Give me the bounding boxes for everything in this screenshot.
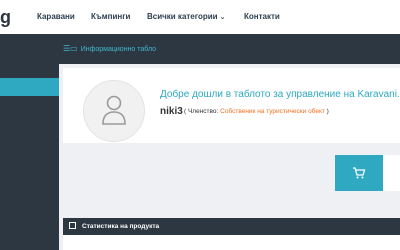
dashboard-title[interactable]: ☰▭ Информационно табло	[63, 44, 156, 53]
dashboard-title-label: Информационно табло	[80, 46, 157, 53]
cart-icon	[353, 167, 366, 179]
membership-suffix: )	[324, 108, 329, 115]
nav-all-categories-label: Всички категории	[147, 12, 218, 21]
welcome-heading: Добре дошли в таблото за управление на K…	[160, 89, 400, 100]
sidebar-item-active[interactable]	[0, 78, 59, 96]
nav-campings[interactable]: Къмпинги	[91, 12, 130, 21]
username: niki3	[160, 106, 183, 117]
nav-contacts[interactable]: Контакти	[244, 12, 280, 21]
membership-prefix: ( Членство:	[184, 108, 221, 115]
user-avatar-icon	[102, 95, 126, 125]
membership-info: ( Членство: Собственик на туристически о…	[184, 108, 329, 115]
chevron-down-icon: ⌄	[219, 14, 226, 21]
avatar[interactable]	[83, 80, 145, 142]
nav-all-categories[interactable]: Всички категории ⌄	[147, 12, 225, 21]
site-logo[interactable]: g	[0, 7, 11, 28]
nav-caravans[interactable]: Каравани	[37, 12, 75, 21]
monitor-icon: ☰▭	[63, 44, 78, 53]
stats-title: Статистика на продукта	[82, 223, 160, 230]
cart-button[interactable]	[335, 155, 383, 191]
dashboard-bar	[0, 34, 400, 64]
stats-icon	[69, 222, 76, 229]
membership-type: Собственик на туристически обект	[220, 108, 325, 115]
